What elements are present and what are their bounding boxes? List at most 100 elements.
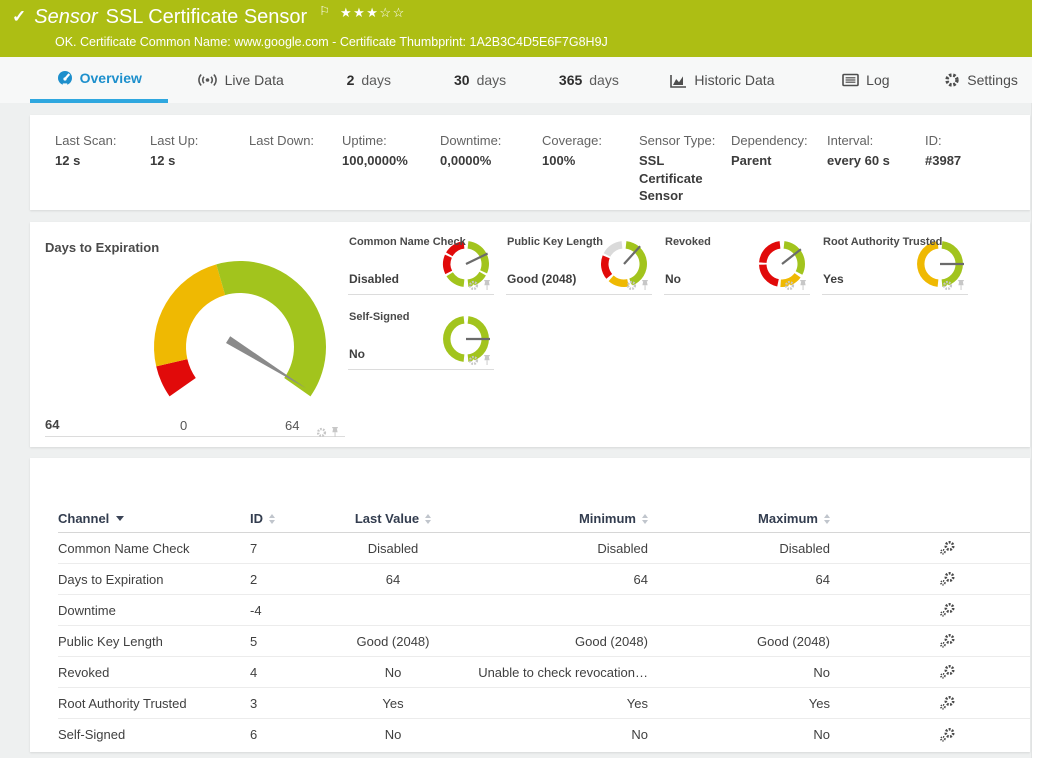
info-last-scan: Last Scan:12 s (55, 133, 150, 210)
status-ok-icon: ✓ (12, 7, 26, 26)
channel-minimum: 64 (446, 572, 648, 587)
channel-name: Downtime (58, 603, 250, 618)
pin-icon[interactable] (798, 279, 808, 291)
gauges-panel: Days to Expiration 64 0 64 Common Name C… (30, 222, 1030, 447)
gear-icon[interactable] (784, 280, 795, 291)
column-header-last-value[interactable]: Last Value (340, 511, 446, 526)
column-header-channel[interactable]: Channel (58, 511, 250, 526)
tab-overview[interactable]: Overview (30, 57, 168, 103)
channel-settings-icon[interactable] (939, 540, 956, 556)
mini-gauge-grid: Common Name Check Disabled Public Key Le… (348, 232, 1028, 370)
gear-icon[interactable] (942, 280, 953, 291)
tab-historic-data[interactable]: Historic Data (643, 57, 801, 103)
object-kind: Sensor (34, 6, 97, 28)
pin-icon[interactable] (330, 426, 340, 438)
channel-id: 7 (250, 541, 340, 556)
column-header-maximum[interactable]: Maximum (648, 511, 830, 526)
main-gauge (135, 247, 345, 442)
mini-gauge-root-authority-trusted[interactable]: Root Authority Trusted Yes (822, 232, 968, 295)
tab-log[interactable]: Log (802, 57, 931, 103)
tab-number: 365 (559, 72, 582, 88)
pin-icon[interactable] (956, 279, 966, 291)
channel-last-value: Good (2048) (340, 634, 446, 649)
channel-maximum: Disabled (648, 541, 830, 556)
mini-gauge-title: Self-Signed (349, 311, 410, 323)
table-header-row: Channel ID Last Value Minimum Maximum (58, 505, 1030, 533)
mini-gauge-public-key-length[interactable]: Public Key Length Good (2048) (506, 232, 652, 295)
mini-gauge-revoked[interactable]: Revoked No (664, 232, 810, 295)
content-frame: ✓SensorSSL Certificate Sensor⚐★★★☆☆ OK. … (0, 0, 1032, 758)
mini-gauge-title: Revoked (665, 236, 711, 248)
mini-gauge-common-name-check[interactable]: Common Name Check Disabled (348, 232, 494, 295)
channel-minimum: No (446, 727, 648, 742)
channel-maximum: Good (2048) (648, 634, 830, 649)
channel-last-value: Yes (340, 696, 446, 711)
mini-gauge-title: Public Key Length (507, 236, 603, 248)
tab-label: Live Data (225, 72, 284, 88)
channel-id: -4 (250, 603, 340, 618)
channel-minimum: Good (2048) (446, 634, 648, 649)
mini-gauge-value: No (349, 347, 365, 361)
info-last-down: Last Down: (249, 133, 342, 210)
sensor-title-row: ✓SensorSSL Certificate Sensor⚐★★★☆☆ (12, 4, 406, 29)
tab-label: days (589, 72, 619, 88)
pin-icon[interactable] (482, 279, 492, 291)
tab-30-days[interactable]: 30 days (426, 57, 535, 103)
table-row: Self-Signed 6 No No No (58, 719, 1030, 750)
info-dependency: Dependency:Parent (731, 133, 827, 210)
channel-id: 4 (250, 665, 340, 680)
tab-live-data[interactable]: Live Data (168, 57, 311, 103)
tab-label: Log (866, 72, 889, 88)
sort-icon (824, 514, 830, 524)
info-last-up: Last Up:12 s (150, 133, 249, 210)
column-header-minimum[interactable]: Minimum (446, 511, 648, 526)
table-row: Days to Expiration 2 64 64 64 (58, 564, 1030, 595)
table-row: Common Name Check 7 Disabled Disabled Di… (58, 533, 1030, 564)
gear-icon[interactable] (468, 355, 479, 366)
mini-gauge-actions (784, 279, 808, 291)
tab-label: days (477, 72, 507, 88)
mini-gauge-title: Root Authority Trusted (823, 236, 942, 248)
table-row: Downtime -4 (58, 595, 1030, 626)
main-gauge-max-label: 64 (285, 418, 299, 433)
tab-number: 2 (347, 72, 355, 88)
chart-icon (670, 73, 687, 88)
gear-icon[interactable] (626, 280, 637, 291)
pin-icon[interactable] (482, 354, 492, 366)
gear-icon[interactable] (316, 427, 327, 438)
channel-minimum: Unable to check revocation… (446, 665, 648, 680)
pin-icon[interactable] (640, 279, 650, 291)
priority-stars[interactable]: ★★★☆☆ (340, 5, 406, 20)
channel-settings-icon[interactable] (939, 602, 956, 618)
table-row: Revoked 4 No Unable to check revocation…… (58, 657, 1030, 688)
sensor-info-panel: Last Scan:12 s Last Up:12 s Last Down: U… (30, 115, 1030, 210)
info-uptime: Uptime:100,0000% (342, 133, 440, 210)
column-header-id[interactable]: ID (250, 511, 340, 526)
main-gauge-cell[interactable]: Days to Expiration 64 0 64 (45, 232, 345, 437)
mini-gauge-title: Common Name Check (349, 236, 466, 248)
tab-settings[interactable]: Settings (930, 57, 1032, 103)
channel-minimum: Yes (446, 696, 648, 711)
flag-icon[interactable]: ⚐ (319, 4, 330, 18)
tab-label: Overview (80, 70, 142, 86)
channel-settings-icon[interactable] (939, 664, 956, 680)
channel-name: Root Authority Trusted (58, 696, 250, 711)
table-row: Root Authority Trusted 3 Yes Yes Yes (58, 688, 1030, 719)
channel-id: 5 (250, 634, 340, 649)
mini-gauge-value: No (665, 272, 681, 286)
tab-label: Settings (967, 72, 1018, 88)
tab-365-days[interactable]: 365 days (534, 57, 643, 103)
channel-settings-icon[interactable] (939, 727, 956, 743)
main-gauge-actions (316, 426, 340, 438)
log-icon (842, 73, 859, 87)
channel-settings-icon[interactable] (939, 695, 956, 711)
gear-icon[interactable] (468, 280, 479, 291)
mini-gauge-self-signed[interactable]: Self-Signed No (348, 307, 494, 370)
tab-number: 30 (454, 72, 470, 88)
channel-settings-icon[interactable] (939, 633, 956, 649)
tab-label: Historic Data (694, 72, 774, 88)
sensor-status-message: OK. Certificate Common Name: www.google.… (55, 35, 608, 49)
tab-2-days[interactable]: 2days (312, 57, 426, 103)
info-sensor-type: Sensor Type:SSL Certificate Sensor (639, 133, 731, 210)
channel-settings-icon[interactable] (939, 571, 956, 587)
